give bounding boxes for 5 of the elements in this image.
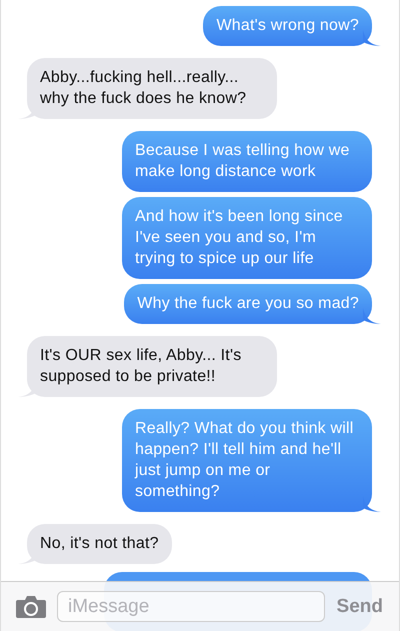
message-bubble: And how it's been long since I've seen you and so, I'm trying to spice up our life bbox=[122, 197, 372, 279]
message-bubble: Because I was telling how we make long distance work bbox=[122, 131, 372, 192]
send-button[interactable]: Send bbox=[334, 596, 385, 618]
camera-icon[interactable] bbox=[15, 594, 47, 618]
message-field[interactable]: iMessage bbox=[57, 591, 325, 622]
